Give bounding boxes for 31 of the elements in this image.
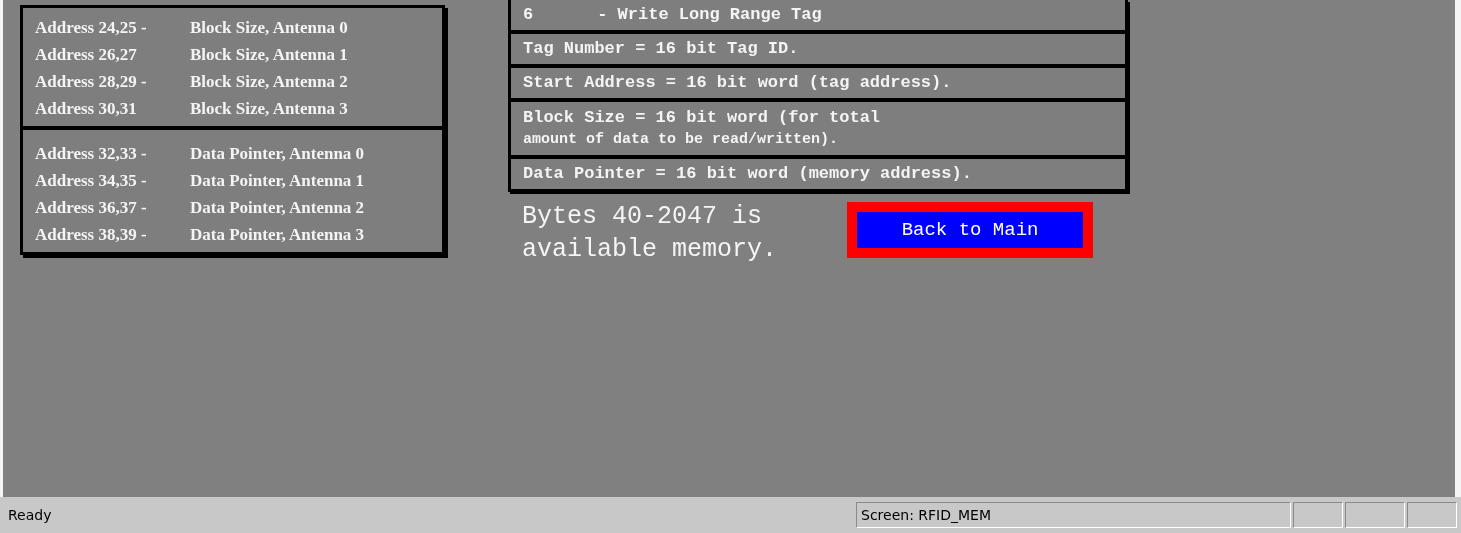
memory-note: Bytes 40-2047 is [522,201,764,233]
status-pane [1345,502,1405,528]
command-text: - Write Long Range Tag [597,4,822,26]
definition-text: Block Size = 16 bit word (for total [523,106,882,129]
address-description: Block Size, Antenna 1 [190,44,348,65]
address-label: Address 34,35 - [35,170,148,191]
definition-text: Start Address = 16 bit word (tag address). [523,72,953,94]
address-description: Data Pointer, Antenna 0 [190,143,365,164]
address-label: Address 24,25 - [35,17,148,38]
address-description: Block Size, Antenna 0 [190,17,348,38]
address-label: Address 38,39 - [35,224,148,245]
definition-text: Data Pointer = 16 bit word (memory address). [523,163,973,185]
definition-text: amount of data to be read/written). [523,129,840,150]
screen-pane: Screen: RFID_MEM [856,502,1291,528]
address-description: Block Size, Antenna 2 [190,71,348,92]
status-pane [1407,502,1457,528]
address-label: Address 30,31 [35,98,138,119]
status-message: Ready [8,507,53,523]
memory-note: available memory. [522,234,778,266]
back-button[interactable]: Back to Main [847,202,1094,258]
command-code: 6 [523,4,534,26]
address-description: Block Size, Antenna 3 [190,98,348,119]
address-label: Address 28,29 - [35,71,148,92]
address-description: Data Pointer, Antenna 1 [190,170,365,191]
address-label: Address 36,37 - [35,197,148,218]
address-label: Address 26,27 [35,44,138,65]
address-description: Data Pointer, Antenna 2 [190,197,365,218]
definition-text: Tag Number = 16 bit Tag ID. [523,38,800,60]
address-description: Data Pointer, Antenna 3 [190,224,365,245]
address-label: Address 32,33 - [35,143,148,164]
status-pane [1293,502,1343,528]
